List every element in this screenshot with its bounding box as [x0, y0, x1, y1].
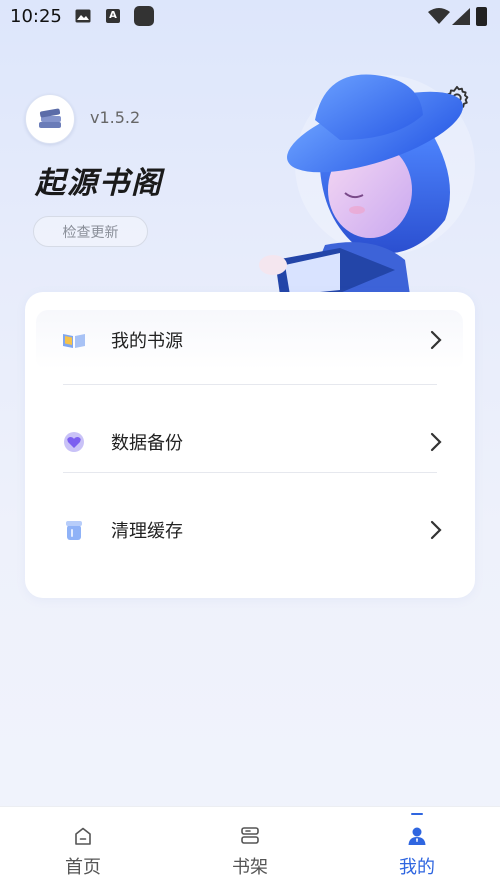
app-version: v1.5.2: [90, 108, 141, 127]
nav-item-mine[interactable]: 我的: [334, 807, 500, 889]
divider: [63, 472, 437, 473]
bottom-nav: 首页 书架 我的: [0, 806, 500, 889]
image-icon: [75, 9, 91, 23]
reading-girl-illustration: [259, 74, 475, 295]
menu-item-book-sources[interactable]: 我的书源: [36, 310, 463, 370]
active-tab-indicator: [411, 813, 423, 815]
menu-item-label: 清理缓存: [111, 521, 183, 542]
signal-icon: [452, 8, 470, 25]
check-update-button[interactable]: 检查更新: [33, 216, 148, 247]
chevron-right-icon: [430, 520, 442, 540]
books-icon: [39, 108, 61, 128]
nav-label: 我的: [399, 857, 435, 878]
menu-item-data-backup[interactable]: 数据备份: [36, 412, 463, 472]
app-square-icon: [134, 6, 154, 26]
menu-item-label: 我的书源: [111, 331, 183, 352]
nav-item-bookshelf[interactable]: 书架: [167, 807, 333, 889]
home-icon: [75, 827, 91, 845]
divider: [63, 384, 437, 385]
a-icon: A: [106, 9, 120, 23]
heart-backup-icon: [64, 432, 84, 452]
menu-card: 我的书源 数据备份 清理缓存: [25, 292, 475, 598]
nav-label: 首页: [65, 857, 101, 878]
nav-label: 书架: [232, 857, 268, 878]
bookshelf-icon: [241, 827, 259, 844]
chevron-right-icon: [430, 330, 442, 350]
wifi-icon: [428, 8, 450, 24]
app-title: 起源书阁: [35, 166, 163, 201]
menu-item-clear-cache[interactable]: 清理缓存: [36, 500, 463, 560]
battery-icon: [476, 7, 487, 26]
open-book-icon: [63, 334, 85, 348]
nav-item-home[interactable]: 首页: [0, 807, 166, 889]
app-logo: [25, 94, 75, 144]
trash-can-icon: [66, 521, 82, 540]
status-bar: 10:25 A: [0, 0, 500, 34]
menu-item-label: 数据备份: [111, 433, 183, 454]
user-icon: [408, 827, 426, 845]
chevron-right-icon: [430, 432, 442, 452]
status-time: 10:25: [10, 6, 62, 27]
